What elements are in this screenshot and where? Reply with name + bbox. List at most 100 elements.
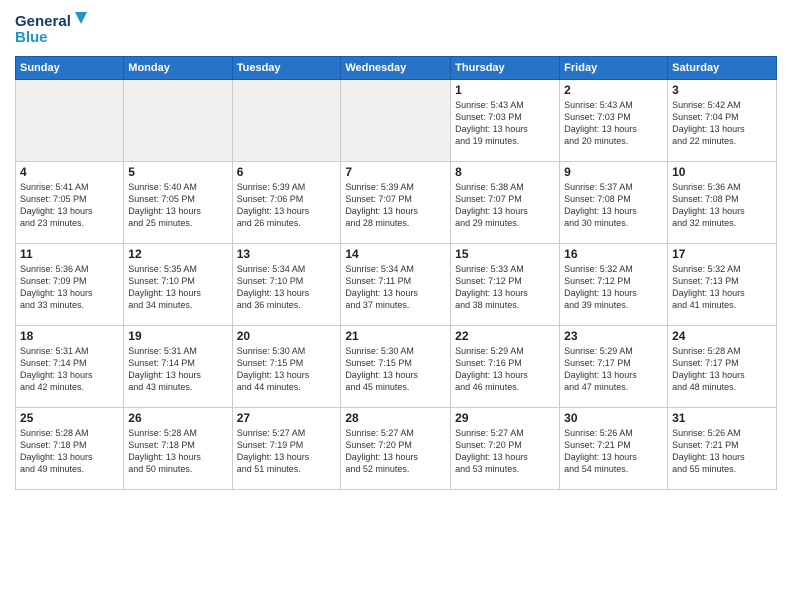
calendar-cell: 13 Sunrise: 5:34 AM Sunset: 7:10 PM Dayli… <box>232 244 341 326</box>
calendar-cell: 16 Sunrise: 5:32 AM Sunset: 7:12 PM Dayli… <box>560 244 668 326</box>
day-number: 22 <box>455 329 555 343</box>
day-number: 25 <box>20 411 119 425</box>
calendar-cell: 30 Sunrise: 5:26 AM Sunset: 7:21 PM Dayli… <box>560 408 668 490</box>
calendar-cell: 1 Sunrise: 5:43 AM Sunset: 7:03 PM Daylig… <box>451 80 560 162</box>
day-number: 18 <box>20 329 119 343</box>
day-number: 26 <box>128 411 227 425</box>
day-number: 1 <box>455 83 555 97</box>
calendar-cell: 27 Sunrise: 5:27 AM Sunset: 7:19 PM Dayli… <box>232 408 341 490</box>
day-info: Sunrise: 5:43 AM Sunset: 7:03 PM Dayligh… <box>455 99 555 148</box>
day-info: Sunrise: 5:36 AM Sunset: 7:09 PM Dayligh… <box>20 263 119 312</box>
day-number: 8 <box>455 165 555 179</box>
day-info: Sunrise: 5:41 AM Sunset: 7:05 PM Dayligh… <box>20 181 119 230</box>
calendar-week-row: 18 Sunrise: 5:31 AM Sunset: 7:14 PM Dayli… <box>16 326 777 408</box>
day-info: Sunrise: 5:30 AM Sunset: 7:15 PM Dayligh… <box>345 345 446 394</box>
calendar-cell <box>341 80 451 162</box>
weekday-header: Monday <box>124 57 232 80</box>
day-number: 3 <box>672 83 772 97</box>
day-number: 6 <box>237 165 337 179</box>
day-number: 13 <box>237 247 337 261</box>
day-info: Sunrise: 5:35 AM Sunset: 7:10 PM Dayligh… <box>128 263 227 312</box>
day-number: 2 <box>564 83 663 97</box>
day-info: Sunrise: 5:32 AM Sunset: 7:13 PM Dayligh… <box>672 263 772 312</box>
day-number: 27 <box>237 411 337 425</box>
day-info: Sunrise: 5:27 AM Sunset: 7:20 PM Dayligh… <box>345 427 446 476</box>
calendar-week-row: 1 Sunrise: 5:43 AM Sunset: 7:03 PM Daylig… <box>16 80 777 162</box>
calendar-cell: 8 Sunrise: 5:38 AM Sunset: 7:07 PM Daylig… <box>451 162 560 244</box>
day-number: 11 <box>20 247 119 261</box>
day-number: 29 <box>455 411 555 425</box>
calendar-week-row: 4 Sunrise: 5:41 AM Sunset: 7:05 PM Daylig… <box>16 162 777 244</box>
day-number: 23 <box>564 329 663 343</box>
day-info: Sunrise: 5:40 AM Sunset: 7:05 PM Dayligh… <box>128 181 227 230</box>
day-number: 20 <box>237 329 337 343</box>
calendar-cell: 12 Sunrise: 5:35 AM Sunset: 7:10 PM Dayli… <box>124 244 232 326</box>
calendar-week-row: 25 Sunrise: 5:28 AM Sunset: 7:18 PM Dayli… <box>16 408 777 490</box>
day-number: 9 <box>564 165 663 179</box>
day-number: 24 <box>672 329 772 343</box>
day-number: 19 <box>128 329 227 343</box>
day-number: 31 <box>672 411 772 425</box>
day-info: Sunrise: 5:33 AM Sunset: 7:12 PM Dayligh… <box>455 263 555 312</box>
weekday-header: Tuesday <box>232 57 341 80</box>
day-info: Sunrise: 5:39 AM Sunset: 7:06 PM Dayligh… <box>237 181 337 230</box>
day-info: Sunrise: 5:27 AM Sunset: 7:19 PM Dayligh… <box>237 427 337 476</box>
day-info: Sunrise: 5:26 AM Sunset: 7:21 PM Dayligh… <box>672 427 772 476</box>
day-info: Sunrise: 5:34 AM Sunset: 7:11 PM Dayligh… <box>345 263 446 312</box>
logo-svg: GeneralBlue <box>15 10 95 48</box>
day-number: 12 <box>128 247 227 261</box>
day-info: Sunrise: 5:28 AM Sunset: 7:17 PM Dayligh… <box>672 345 772 394</box>
calendar-cell: 21 Sunrise: 5:30 AM Sunset: 7:15 PM Dayli… <box>341 326 451 408</box>
day-number: 16 <box>564 247 663 261</box>
calendar-table: SundayMondayTuesdayWednesdayThursdayFrid… <box>15 56 777 490</box>
calendar-week-row: 11 Sunrise: 5:36 AM Sunset: 7:09 PM Dayli… <box>16 244 777 326</box>
logo: GeneralBlue <box>15 10 95 48</box>
calendar-cell: 28 Sunrise: 5:27 AM Sunset: 7:20 PM Dayli… <box>341 408 451 490</box>
day-number: 15 <box>455 247 555 261</box>
day-info: Sunrise: 5:43 AM Sunset: 7:03 PM Dayligh… <box>564 99 663 148</box>
day-info: Sunrise: 5:34 AM Sunset: 7:10 PM Dayligh… <box>237 263 337 312</box>
calendar-cell: 3Sunrise: 5:42 AM Sunset: 7:04 PM Daylig… <box>668 80 777 162</box>
weekday-header: Thursday <box>451 57 560 80</box>
day-number: 4 <box>20 165 119 179</box>
day-number: 30 <box>564 411 663 425</box>
calendar-cell: 23Sunrise: 5:29 AM Sunset: 7:17 PM Dayli… <box>560 326 668 408</box>
calendar-cell: 19Sunrise: 5:31 AM Sunset: 7:14 PM Dayli… <box>124 326 232 408</box>
day-info: Sunrise: 5:37 AM Sunset: 7:08 PM Dayligh… <box>564 181 663 230</box>
day-number: 28 <box>345 411 446 425</box>
calendar-cell: 24 Sunrise: 5:28 AM Sunset: 7:17 PM Dayli… <box>668 326 777 408</box>
day-info: Sunrise: 5:32 AM Sunset: 7:12 PM Dayligh… <box>564 263 663 312</box>
svg-text:General: General <box>15 13 71 30</box>
day-info: Sunrise: 5:29 AM Sunset: 7:16 PM Dayligh… <box>455 345 555 394</box>
day-info: Sunrise: 5:36 AM Sunset: 7:08 PM Dayligh… <box>672 181 772 230</box>
day-number: 5 <box>128 165 227 179</box>
calendar-cell: 11 Sunrise: 5:36 AM Sunset: 7:09 PM Dayli… <box>16 244 124 326</box>
day-number: 14 <box>345 247 446 261</box>
day-number: 7 <box>345 165 446 179</box>
calendar-cell: 10Sunrise: 5:36 AM Sunset: 7:08 PM Dayli… <box>668 162 777 244</box>
calendar-cell: 31 Sunrise: 5:26 AM Sunset: 7:21 PM Dayli… <box>668 408 777 490</box>
day-info: Sunrise: 5:28 AM Sunset: 7:18 PM Dayligh… <box>20 427 119 476</box>
day-info: Sunrise: 5:38 AM Sunset: 7:07 PM Dayligh… <box>455 181 555 230</box>
calendar-body: 1 Sunrise: 5:43 AM Sunset: 7:03 PM Daylig… <box>16 80 777 490</box>
calendar-cell: 18 Sunrise: 5:31 AM Sunset: 7:14 PM Dayli… <box>16 326 124 408</box>
header: GeneralBlue <box>15 10 777 48</box>
day-number: 21 <box>345 329 446 343</box>
day-info: Sunrise: 5:26 AM Sunset: 7:21 PM Dayligh… <box>564 427 663 476</box>
calendar-cell: 22 Sunrise: 5:29 AM Sunset: 7:16 PM Dayli… <box>451 326 560 408</box>
calendar-header: SundayMondayTuesdayWednesdayThursdayFrid… <box>16 57 777 80</box>
day-number: 17 <box>672 247 772 261</box>
weekday-header: Friday <box>560 57 668 80</box>
calendar-cell <box>124 80 232 162</box>
calendar-cell: 4 Sunrise: 5:41 AM Sunset: 7:05 PM Daylig… <box>16 162 124 244</box>
calendar-cell <box>16 80 124 162</box>
calendar-cell: 9 Sunrise: 5:37 AM Sunset: 7:08 PM Daylig… <box>560 162 668 244</box>
day-info: Sunrise: 5:27 AM Sunset: 7:20 PM Dayligh… <box>455 427 555 476</box>
weekday-header: Sunday <box>16 57 124 80</box>
calendar-cell: 17 Sunrise: 5:32 AM Sunset: 7:13 PM Dayli… <box>668 244 777 326</box>
calendar-cell <box>232 80 341 162</box>
day-info: Sunrise: 5:31 AM Sunset: 7:14 PM Dayligh… <box>20 345 119 394</box>
calendar-cell: 15 Sunrise: 5:33 AM Sunset: 7:12 PM Dayli… <box>451 244 560 326</box>
calendar-cell: 20 Sunrise: 5:30 AM Sunset: 7:15 PM Dayli… <box>232 326 341 408</box>
day-info: Sunrise: 5:30 AM Sunset: 7:15 PM Dayligh… <box>237 345 337 394</box>
